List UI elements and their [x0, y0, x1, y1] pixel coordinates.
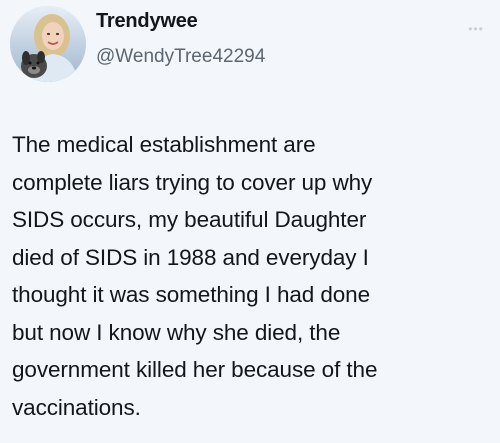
tweet-text-line: complete liars trying to cover up why — [12, 169, 373, 195]
user-handle[interactable]: @WendyTree42294 — [96, 46, 265, 68]
tweet-text: The medical establishment are complete l… — [12, 126, 490, 426]
more-dots-icon[interactable]: ••• — [462, 22, 490, 36]
tweet-text-line: The medical establishment are — [12, 132, 316, 157]
tweet-text-line: vaccinations. — [12, 394, 141, 420]
profile-photo — [10, 6, 86, 82]
tweet-text-line: SIDS occurs, my beautiful Daughter — [12, 207, 367, 232]
tweet-text-line: thought it was something I had done — [12, 282, 370, 307]
tweet-text-line: died of SIDS in 1988 and everyday I — [12, 244, 369, 270]
tweet-text-line: government killed her because of the — [12, 357, 378, 382]
tweet-card: Trendywee @WendyTree42294 ••• The medica… — [0, 0, 500, 443]
tweet-text-line: but now I know why she died, the — [12, 319, 341, 345]
display-name[interactable]: Trendywee — [96, 10, 198, 33]
avatar[interactable] — [10, 6, 86, 82]
